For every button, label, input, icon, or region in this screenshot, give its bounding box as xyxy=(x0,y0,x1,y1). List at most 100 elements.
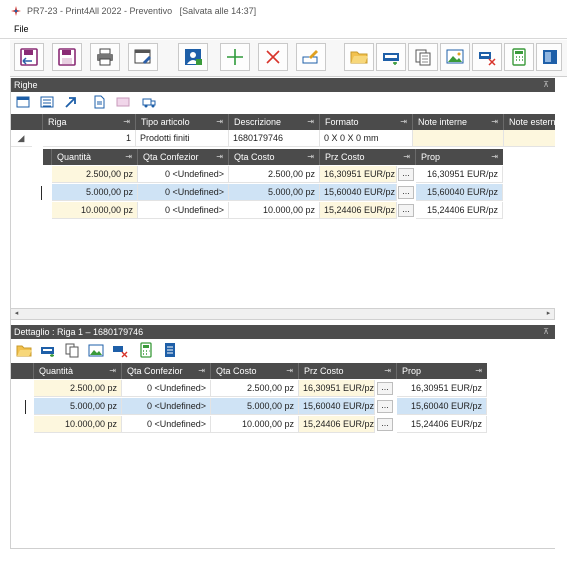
subcolumn-header-qta-costo[interactable]: Qta Costo ⇥ xyxy=(229,149,320,165)
scroll-right-icon[interactable]: ▸ xyxy=(543,309,554,319)
document-icon[interactable] xyxy=(92,95,106,109)
delete-button[interactable] xyxy=(258,43,288,71)
ellipsis-button[interactable]: ... xyxy=(398,204,414,217)
righe-subgrid-row[interactable]: 2.500,00 pz 0 <Undefined> 2.500,00 pz 16… xyxy=(43,166,503,184)
copy-pages-button[interactable] xyxy=(408,43,438,71)
cell-qta-costo[interactable]: 10.000,00 pz xyxy=(229,202,320,219)
cell-qta-costo[interactable]: 10.000,00 pz xyxy=(211,416,299,433)
cell-note-esterne[interactable] xyxy=(504,130,555,147)
cell-qta-costo[interactable]: 2.500,00 pz xyxy=(229,166,320,183)
import-card-button[interactable] xyxy=(376,43,406,71)
cell-prop[interactable]: 15,60040 EUR/pz xyxy=(397,398,487,415)
ellipsis-button[interactable]: ... xyxy=(377,382,393,395)
open-folder-icon[interactable] xyxy=(16,342,32,358)
window-edit-button[interactable] xyxy=(128,43,158,71)
righe-row[interactable]: ◢ 1 Prodotti finiti 1680179746 0 X 0 X 0… xyxy=(10,130,555,148)
subcolumn-header-prz-costo[interactable]: Prz Costo ⇥ xyxy=(320,149,416,165)
ellipsis-button[interactable]: ... xyxy=(398,168,414,181)
image-insert-button[interactable] xyxy=(440,43,470,71)
cell-qta-confezioni[interactable]: 0 <Undefined> xyxy=(122,380,211,397)
subcolumn-header-qta-confezioni[interactable]: Qta Confezior ⇥ xyxy=(138,149,229,165)
cell-formato[interactable]: 0 X 0 X 0 mm xyxy=(320,130,413,147)
cell-tipo-articolo[interactable]: Prodotti finiti xyxy=(136,130,229,147)
ellipsis-button[interactable]: ... xyxy=(377,400,393,413)
subcolumn-header-prop[interactable]: Prop ⇥ xyxy=(416,149,503,165)
cell-quantita[interactable]: 2.500,00 pz xyxy=(34,380,122,397)
cell-qta-costo[interactable]: 2.500,00 pz xyxy=(211,380,299,397)
dettaglio-row[interactable]: 2.500,00 pz 0 <Undefined> 2.500,00 pz 16… xyxy=(10,380,487,398)
cell-quantita[interactable]: 10.000,00 pz xyxy=(34,416,122,433)
column-header-descrizione[interactable]: Descrizione ⇥ xyxy=(229,114,320,130)
cell-qta-confezioni[interactable]: 0 <Undefined> xyxy=(122,416,211,433)
cell-prz-costo[interactable]: 16,30951 EUR/pz xyxy=(320,166,397,183)
cell-quantita[interactable]: 5.000,00 pz xyxy=(34,398,122,415)
cell-note-interne[interactable] xyxy=(413,130,504,147)
column-header-prop[interactable]: Prop ⇥ xyxy=(397,363,487,379)
righe-subgrid-row[interactable]: 10.000,00 pz 0 <Undefined> 10.000,00 pz … xyxy=(43,202,503,220)
cell-prop[interactable]: 15,60040 EUR/pz xyxy=(416,184,503,201)
list-view-icon[interactable] xyxy=(40,95,54,109)
cell-qta-confezioni[interactable]: 0 <Undefined> xyxy=(138,184,229,201)
ellipsis-button[interactable]: ... xyxy=(377,418,393,431)
image-insert-icon[interactable] xyxy=(88,342,104,358)
cell-qta-confezioni[interactable]: 0 <Undefined> xyxy=(138,166,229,183)
cell-quantita[interactable]: 5.000,00 pz xyxy=(52,184,138,201)
notes-icon[interactable] xyxy=(162,342,178,358)
scroll-left-icon[interactable]: ◂ xyxy=(11,309,22,319)
righe-subgrid-row-selected[interactable]: 5.000,00 pz 0 <Undefined> 5.000,00 pz 15… xyxy=(43,184,503,202)
cell-prz-costo[interactable]: 15,24406 EUR/pz xyxy=(320,202,397,219)
column-header-tipo-articolo[interactable]: Tipo articolo ⇥ xyxy=(136,114,229,130)
save-close-button[interactable] xyxy=(14,43,44,71)
import-card-icon[interactable] xyxy=(40,342,56,358)
column-header-qta-confezioni[interactable]: Qta Confezior ⇥ xyxy=(122,363,211,379)
open-folder-button[interactable] xyxy=(344,43,374,71)
cell-descrizione[interactable]: 1680179746 xyxy=(229,130,320,147)
dettaglio-row[interactable]: 10.000,00 pz 0 <Undefined> 10.000,00 pz … xyxy=(10,416,487,434)
cell-prz-costo[interactable]: 15,24406 EUR/pz xyxy=(299,416,375,433)
column-header-riga[interactable]: Riga ⇥ xyxy=(43,114,136,130)
truck-icon[interactable] xyxy=(142,95,156,109)
customer-card-button[interactable] xyxy=(178,43,208,71)
cell-qta-confezioni[interactable]: 0 <Undefined> xyxy=(122,398,211,415)
calculator-button[interactable] xyxy=(504,43,534,71)
remove-card-button[interactable] xyxy=(472,43,502,71)
cell-qta-costo[interactable]: 5.000,00 pz xyxy=(211,398,299,415)
cell-prop[interactable]: 16,30951 EUR/pz xyxy=(397,380,487,397)
sidebar-button[interactable] xyxy=(536,43,562,71)
column-header-qta-costo[interactable]: Qta Costo ⇥ xyxy=(211,363,299,379)
cell-qta-costo[interactable]: 5.000,00 pz xyxy=(229,184,320,201)
cell-quantita[interactable]: 2.500,00 pz xyxy=(52,166,138,183)
column-header-note-interne[interactable]: Note interne ⇥ xyxy=(413,114,504,130)
cell-prop[interactable]: 16,30951 EUR/pz xyxy=(416,166,503,183)
cell-prz-costo[interactable]: 15,60040 EUR/pz xyxy=(320,184,397,201)
edit-button[interactable] xyxy=(296,43,326,71)
cell-prop[interactable]: 15,24406 EUR/pz xyxy=(397,416,487,433)
horizontal-scrollbar[interactable]: ◂ ▸ xyxy=(10,308,555,320)
remove-card-icon[interactable] xyxy=(112,342,128,358)
cell-qta-confezioni[interactable]: 0 <Undefined> xyxy=(138,202,229,219)
pin-icon[interactable]: ⊼ xyxy=(543,325,549,339)
column-header-formato[interactable]: Formato ⇥ xyxy=(320,114,413,130)
expand-row-icon[interactable]: ◢ xyxy=(10,130,32,147)
dettaglio-row-selected[interactable]: 5.000,00 pz 0 <Undefined> 5.000,00 pz 15… xyxy=(10,398,487,416)
cell-quantita[interactable]: 10.000,00 pz xyxy=(52,202,138,219)
column-header-quantita[interactable]: Quantità ⇥ xyxy=(34,363,122,379)
column-header-note-esterne[interactable]: Note esterne xyxy=(504,114,561,130)
add-button[interactable] xyxy=(220,43,250,71)
expand-all-icon[interactable] xyxy=(16,95,30,109)
menu-file[interactable]: File xyxy=(14,24,29,34)
cell-prz-costo[interactable]: 15,60040 EUR/pz xyxy=(299,398,375,415)
go-to-icon[interactable] xyxy=(64,95,78,109)
save-button[interactable] xyxy=(52,43,82,71)
print-button[interactable] xyxy=(90,43,120,71)
ellipsis-button[interactable]: ... xyxy=(398,186,414,199)
column-header-prz-costo[interactable]: Prz Costo ⇥ xyxy=(299,363,397,379)
calculator-icon[interactable] xyxy=(138,342,154,358)
copy-pages-icon[interactable] xyxy=(64,342,80,358)
cell-prz-costo[interactable]: 16,30951 EUR/pz xyxy=(299,380,375,397)
subcolumn-header-quantita[interactable]: Quantità ⇥ xyxy=(52,149,138,165)
disabled-card-icon[interactable] xyxy=(116,95,130,109)
cell-prop[interactable]: 15,24406 EUR/pz xyxy=(416,202,503,219)
cell-riga[interactable]: 1 xyxy=(43,130,136,147)
pin-icon[interactable]: ⊼ xyxy=(543,78,549,92)
